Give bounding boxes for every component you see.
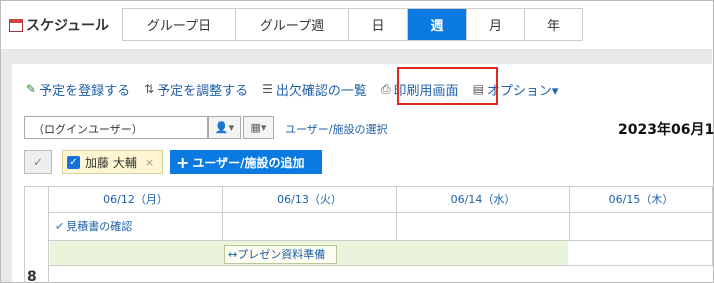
banner-event[interactable]: ↔プレゼン資料準備 [224, 245, 337, 264]
cell-thu-banner[interactable] [570, 241, 713, 266]
plus-icon: + [176, 152, 190, 172]
adjust-icon: ⇅ [144, 82, 155, 96]
printer-icon: ⎙ [380, 81, 391, 96]
app-title-label: スケジュール [26, 18, 110, 34]
attendance-list-link[interactable]: ☰ 出欠確認の一覧 [262, 80, 367, 99]
week-grid: 06/12（月） 06/13（火） 06/14（水） 06/15（木） ✔ 見積書… [24, 186, 713, 283]
add-user-facility-button[interactable]: + ユーザー/施設の追加 [170, 150, 322, 174]
tab-week[interactable]: 週 [408, 9, 467, 40]
hour-label: 8 [27, 269, 37, 283]
day-header-thu[interactable]: 06/15（木） [570, 187, 713, 213]
tab-group-day[interactable]: グループ日 [123, 9, 236, 40]
day-header-mon[interactable]: 06/12（月） [49, 187, 223, 213]
schedule-panel: ✎ 予定を登録する ⇅ 予定を調整する ☰ 出欠確認の一覧 ⎙ 印刷用画面 ▤ … [12, 64, 714, 283]
tab-month[interactable]: 月 [467, 9, 525, 40]
adjust-schedule-label: 予定を調整する [157, 83, 249, 99]
tab-year[interactable]: 年 [525, 9, 582, 40]
view-tabs: グループ日 グループ週 日 週 月 年 [122, 8, 583, 41]
cell-tue-todo[interactable] [223, 213, 397, 241]
check-icon: ✔ [55, 220, 65, 233]
attendance-list-label: 出欠確認の一覧 [275, 83, 367, 99]
day-header-tue[interactable]: 06/13（火） [223, 187, 397, 213]
print-highlight-box [397, 67, 498, 105]
selected-user-chip: ✓ 加藤 大輔 × [62, 150, 163, 174]
org-select-button[interactable]: ▦▾ [243, 116, 274, 139]
edit-icon: ✎ [26, 82, 37, 96]
check-icon: ✓ [32, 155, 44, 169]
remove-user-icon[interactable]: × [145, 156, 154, 169]
register-schedule-label: 予定を登録する [39, 83, 131, 99]
register-schedule-link[interactable]: ✎ 予定を登録する [26, 80, 130, 99]
tab-day[interactable]: 日 [349, 9, 408, 40]
select-all-check-button[interactable]: ✓ [24, 150, 52, 174]
todo-item[interactable]: ✔ 見積書の確認 [55, 218, 132, 234]
cell-thu-todo[interactable] [570, 213, 713, 241]
checkbox-checked-icon[interactable]: ✓ [67, 155, 80, 169]
org-icon: ▦▾ [250, 121, 267, 134]
adjust-schedule-link[interactable]: ⇅ 予定を調整する [144, 80, 248, 99]
cell-wed-todo[interactable] [397, 213, 570, 241]
list-icon: ☰ [262, 82, 273, 96]
app-title: スケジュール [9, 15, 109, 35]
day-header-wed[interactable]: 06/14（水） [397, 187, 570, 213]
top-bar: スケジュール グループ日 グループ週 日 週 月 年 [1, 1, 712, 49]
calendar-icon [9, 18, 23, 32]
banner-event-label: プレゼン資料準備 [237, 248, 326, 261]
person-select-button[interactable]: 👤▾ [208, 116, 241, 139]
user-facility-select-link[interactable]: ユーザー/施設の選択 [285, 121, 388, 137]
add-user-facility-label: ユーザー/施設の追加 [192, 155, 305, 170]
todo-item-label: 見積書の確認 [66, 220, 133, 233]
person-icon: 👤▾ [214, 121, 235, 134]
tab-group-week[interactable]: グループ週 [236, 9, 349, 40]
user-select-dropdown[interactable]: （ログインユーザー） [24, 116, 208, 139]
date-header: 2023年06月1 [618, 122, 714, 138]
span-arrow-icon: ↔ [228, 248, 238, 261]
selected-user-name: 加藤 大輔 [85, 155, 137, 170]
